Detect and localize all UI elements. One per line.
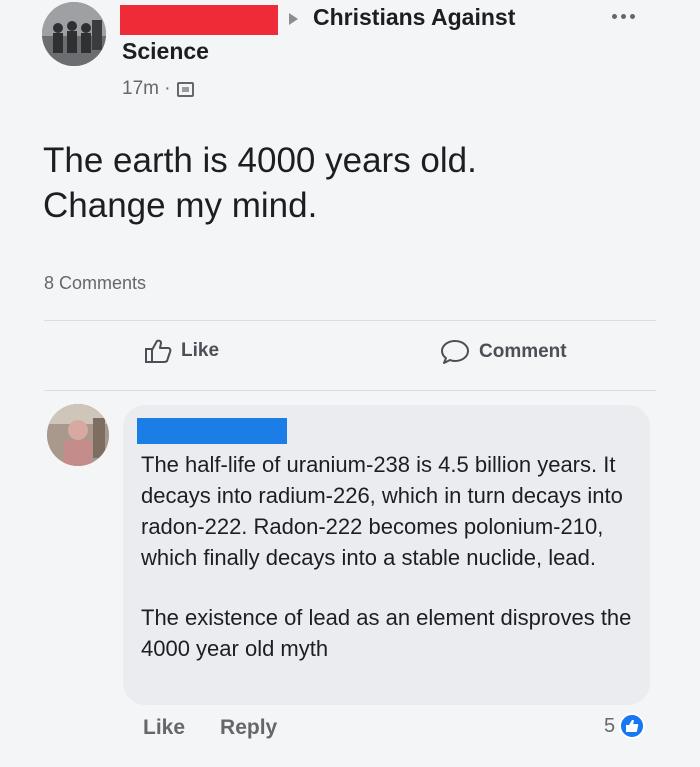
like-button[interactable]: Like [144, 338, 219, 364]
comment-like-link[interactable]: Like [143, 716, 185, 740]
post-action-bar: Like Comment [44, 338, 656, 378]
thumbs-up-icon [145, 339, 172, 363]
group-avatar[interactable] [42, 2, 106, 66]
comment-paragraph: The half-life of uranium-238 is 4.5 bill… [141, 452, 623, 570]
comment-reply-link[interactable]: Reply [220, 716, 277, 740]
commenter-name-redaction [137, 418, 287, 444]
group-name[interactable]: Christians Against [313, 4, 515, 31]
comment-actions: Like Reply [143, 716, 277, 740]
facebook-post-card: Christians Against Science 17m · The ear… [0, 0, 700, 767]
comment-label: Comment [479, 341, 567, 362]
post-text-line: The earth is 4000 years old. [43, 141, 477, 180]
comments-count-link[interactable]: 8 Comments [44, 273, 146, 294]
divider [44, 320, 656, 321]
reaction-count: 5 [604, 714, 616, 737]
privacy-globe-icon [176, 81, 194, 97]
comment-paragraph: The existence of lead as an element disp… [141, 605, 632, 661]
post-text: The earth is 4000 years old. Change my m… [43, 138, 663, 228]
commenter-avatar[interactable] [47, 404, 109, 466]
group-name-continued[interactable]: Science [122, 38, 209, 65]
like-reaction-icon [619, 713, 646, 739]
author-name-redaction [120, 5, 278, 35]
comment-button[interactable]: Comment [440, 338, 567, 366]
like-label: Like [181, 340, 220, 361]
post-time[interactable]: 17m · [122, 78, 171, 100]
comment-reactions[interactable]: 5 [604, 713, 646, 739]
more-options-icon[interactable] [612, 14, 635, 19]
post-meta: 17m · [122, 78, 194, 100]
post-text-line: Change my mind. [43, 186, 318, 225]
arrow-right-icon [289, 13, 298, 25]
divider [44, 390, 656, 391]
speech-bubble-icon [441, 340, 469, 364]
comment-body: The half-life of uranium-238 is 4.5 bill… [141, 449, 636, 664]
